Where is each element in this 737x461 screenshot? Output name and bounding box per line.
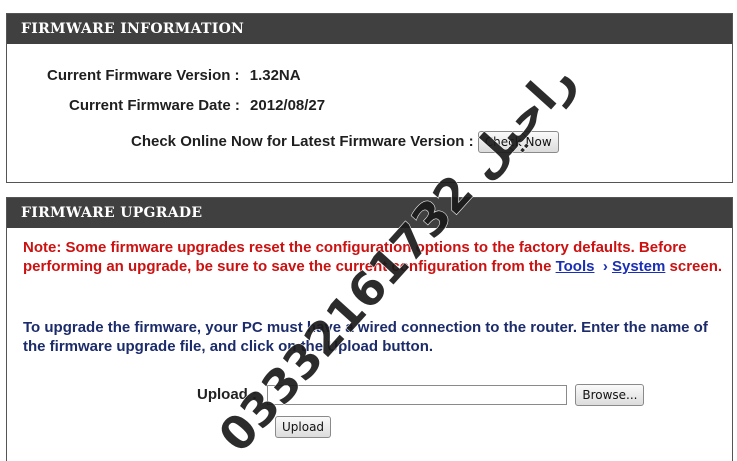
upgrade-note: Note: Some firmware upgrades reset the c… (23, 238, 723, 276)
current-version-row: Current Firmware Version : 1.32NA (47, 67, 301, 84)
firmware-upgrade-panel: FIRMWARE UPGRADE Note: Some firmware upg… (6, 197, 733, 461)
tools-link[interactable]: Tools (556, 258, 595, 275)
current-date-label: Current Firmware Date : (69, 97, 240, 114)
firmware-information-panel: FIRMWARE INFORMATION Current Firmware Ve… (6, 13, 733, 183)
upload-row: Upload : Browse... (197, 384, 645, 406)
check-online-label: Check Online Now for Latest Firmware Ver… (131, 132, 474, 150)
current-date-value: 2012/08/27 (250, 97, 326, 114)
current-version-value: 1.32NA (249, 67, 301, 84)
current-version-label: Current Firmware Version : (47, 67, 240, 84)
check-online-row: Check Online Now for Latest Firmware Ver… (131, 131, 559, 153)
check-now-button[interactable]: Check Now (477, 131, 559, 153)
system-link[interactable]: System (612, 258, 665, 275)
current-date-row: Current Firmware Date : 2012/08/27 (69, 97, 325, 114)
upload-label: Upload : (197, 385, 257, 403)
upload-file-input[interactable] (267, 385, 568, 405)
firmware-upgrade-header: FIRMWARE UPGRADE (7, 198, 732, 228)
upgrade-note-suffix: screen. (665, 258, 723, 275)
firmware-information-header: FIRMWARE INFORMATION (7, 14, 732, 44)
link-separator: › (602, 258, 608, 275)
upload-button-row: Upload (275, 416, 332, 438)
firmware-page: FIRMWARE INFORMATION Current Firmware Ve… (0, 0, 737, 461)
upload-button[interactable]: Upload (275, 416, 332, 438)
upgrade-instructions: To upgrade the firmware, your PC must ha… (23, 319, 708, 355)
browse-button[interactable]: Browse... (575, 384, 645, 406)
